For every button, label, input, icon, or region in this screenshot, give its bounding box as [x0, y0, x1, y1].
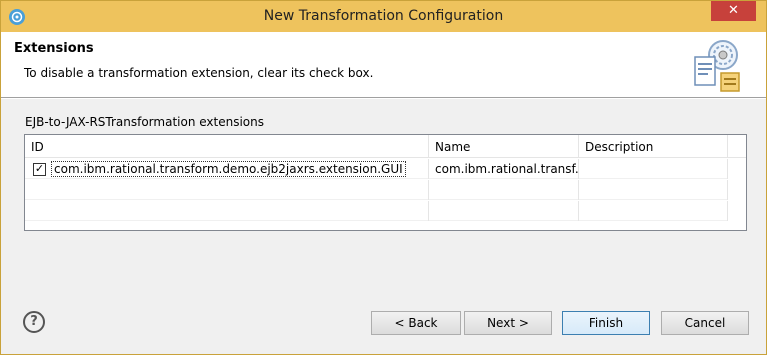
cancel-button[interactable]: Cancel [661, 311, 749, 335]
page-description: To disable a transformation extension, c… [24, 66, 374, 80]
column-header-description[interactable]: Description [579, 135, 728, 158]
column-header-name[interactable]: Name [429, 135, 579, 158]
empty-cell [429, 201, 579, 221]
extensions-label: EJB-to-JAX-RSTransformation extensions [25, 115, 264, 129]
back-button[interactable]: < Back [371, 311, 461, 335]
wizard-banner: Extensions To disable a transformation e… [1, 32, 766, 98]
cell-id: ✓ com.ibm.rational.transform.demo.ejb2ja… [25, 159, 429, 179]
extensions-table[interactable]: ID Name Description ✓ com.ibm.rational.t… [24, 134, 747, 231]
page-content: EJB-to-JAX-RSTransformation extensions I… [1, 99, 766, 297]
table-row[interactable]: ✓ com.ibm.rational.transform.demo.ejb2ja… [25, 159, 728, 179]
page-title: Extensions [14, 41, 94, 56]
empty-cell [579, 180, 728, 200]
button-bar: ? < Back Next > Finish Cancel [1, 297, 766, 354]
transformation-wizard-icon [694, 40, 740, 92]
help-icon[interactable]: ? [23, 311, 45, 333]
cell-name: com.ibm.rational.transf... [429, 159, 579, 179]
next-button[interactable]: Next > [464, 311, 552, 335]
close-button[interactable]: ✕ [711, 1, 756, 21]
empty-cell [25, 201, 429, 221]
empty-cell [25, 180, 429, 200]
dialog-window: New Transformation Configuration ✕ Exten… [0, 0, 767, 355]
cell-description [579, 159, 728, 179]
empty-cell [579, 201, 728, 221]
extension-checkbox[interactable]: ✓ [33, 163, 46, 176]
table-row-empty [25, 180, 728, 200]
table-header: ID Name Description [25, 135, 746, 158]
extension-id: com.ibm.rational.transform.demo.ejb2jaxr… [51, 161, 406, 177]
app-icon [9, 9, 25, 25]
finish-button[interactable]: Finish [562, 311, 650, 335]
window-title: New Transformation Configuration [263, 8, 504, 24]
empty-cell [429, 180, 579, 200]
title-bar[interactable]: New Transformation Configuration ✕ [1, 1, 766, 32]
table-row-empty [25, 201, 728, 221]
column-header-id[interactable]: ID [25, 135, 429, 158]
